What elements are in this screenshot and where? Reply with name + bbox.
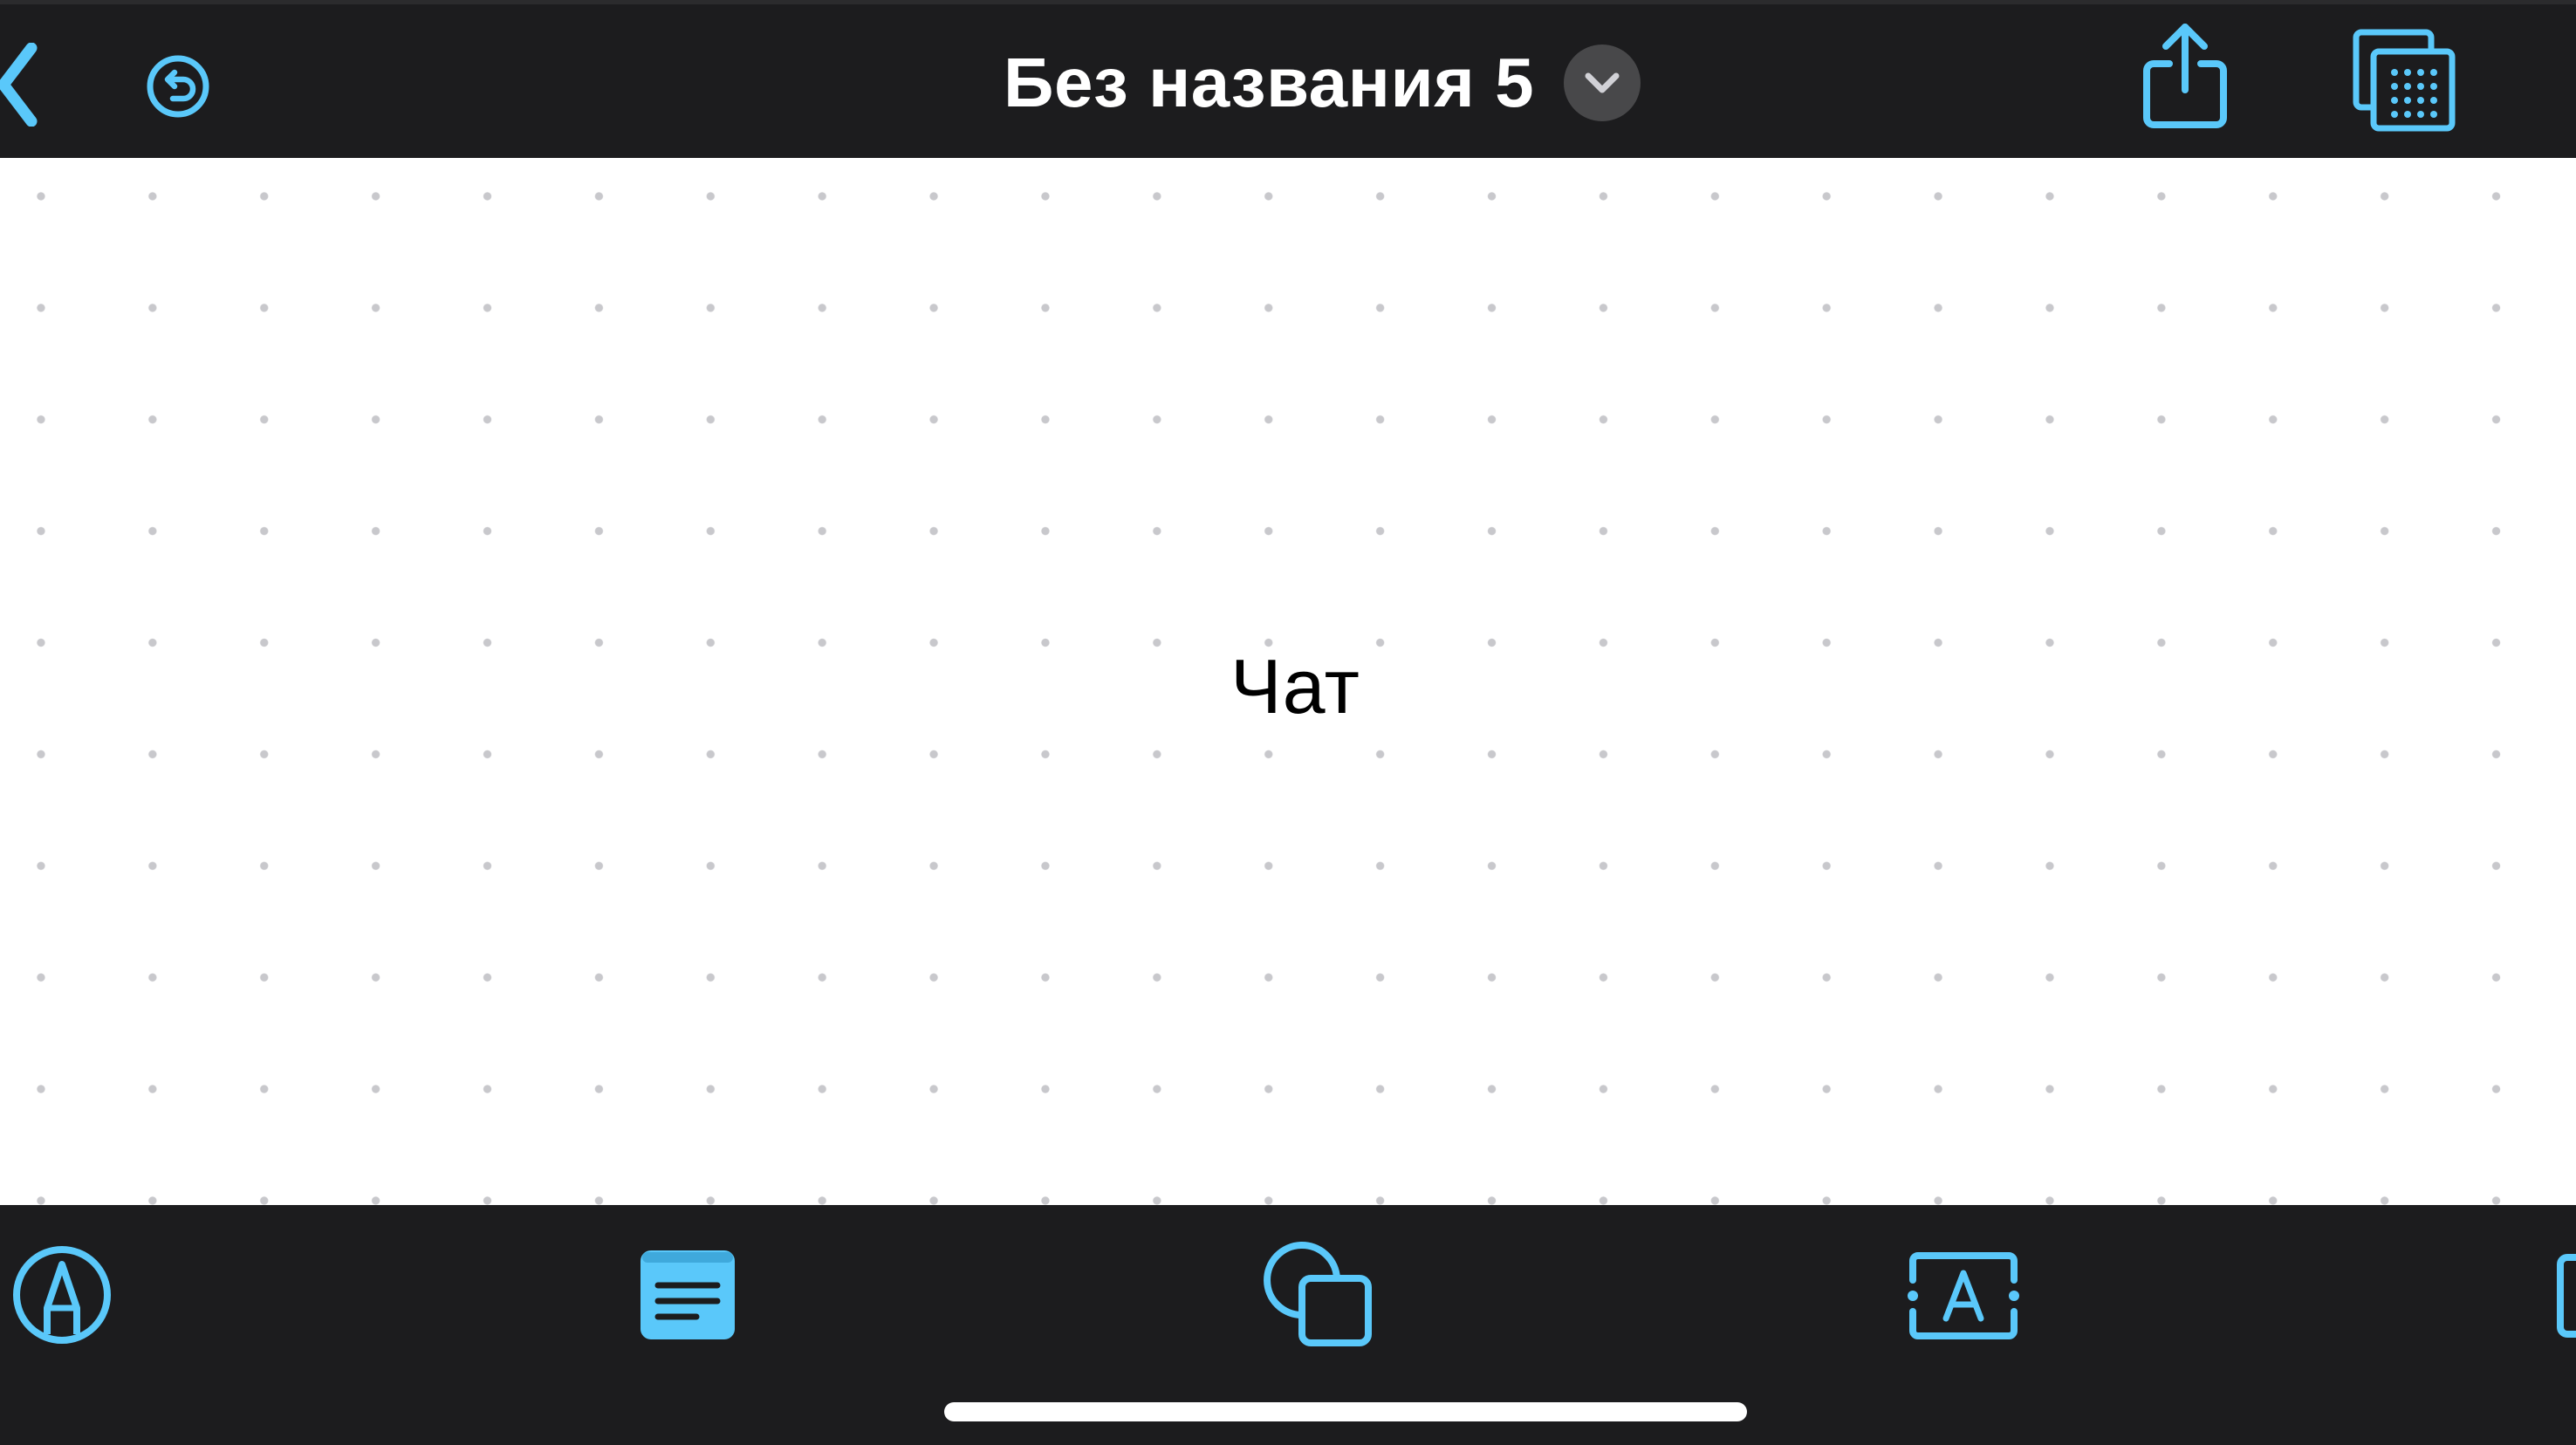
sticky-note-button[interactable] bbox=[639, 1249, 736, 1341]
undo-button[interactable] bbox=[145, 53, 211, 120]
shapes-button[interactable] bbox=[1264, 1240, 1375, 1348]
undo-icon bbox=[147, 55, 209, 118]
pen-tool-button[interactable] bbox=[10, 1243, 113, 1346]
text-box-icon bbox=[1908, 1252, 2019, 1339]
board-browser-button[interactable] bbox=[2353, 29, 2457, 134]
title-menu-button[interactable] bbox=[1564, 45, 1641, 121]
text-box-button[interactable] bbox=[1906, 1250, 2021, 1341]
chevron-left-icon bbox=[0, 43, 38, 127]
pen-tool-icon bbox=[13, 1246, 111, 1344]
share-button[interactable] bbox=[2140, 18, 2230, 132]
more-tool-button[interactable] bbox=[2555, 1254, 2576, 1338]
board-title-menu[interactable]: Без названия 5 bbox=[1004, 38, 1641, 128]
top-navigation-bar: Без названия 5 bbox=[0, 0, 2576, 158]
back-button[interactable] bbox=[0, 43, 38, 127]
more-tool-icon bbox=[2557, 1254, 2576, 1338]
home-indicator[interactable] bbox=[944, 1402, 1747, 1421]
boards-grid-icon bbox=[2353, 29, 2456, 132]
canvas-text-item[interactable]: Чат bbox=[1230, 642, 1360, 731]
board-canvas[interactable]: Чат bbox=[0, 158, 2576, 1205]
shapes-icon bbox=[1264, 1242, 1372, 1346]
sticky-note-icon bbox=[641, 1250, 735, 1339]
share-icon bbox=[2143, 24, 2227, 128]
board-title[interactable]: Без названия 5 bbox=[1004, 43, 1534, 123]
chevron-down-icon bbox=[1585, 72, 1620, 93]
